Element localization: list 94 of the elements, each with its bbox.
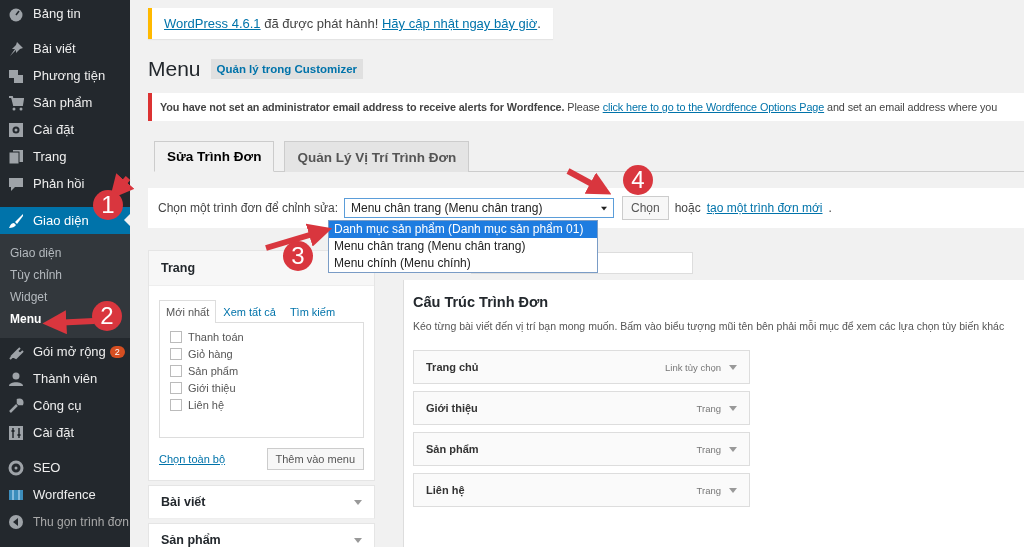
sidebar-item[interactable]: Công cụ — [0, 392, 82, 419]
menu-item-title: Giới thiệu — [426, 402, 478, 414]
wrench-icon — [8, 397, 24, 414]
caret-icon — [729, 487, 737, 493]
menu-item-type: Trang — [696, 484, 721, 496]
caret-icon — [729, 446, 737, 452]
submenu-item[interactable]: Widget — [0, 286, 48, 308]
media-icon — [8, 67, 24, 84]
section-title: Cấu Trúc Trình Đơn — [413, 294, 550, 310]
speech-bubble-icon — [8, 175, 24, 192]
caret-icon — [354, 499, 362, 505]
dropdown-option[interactable]: Menu chân trang (Menu chân trang) — [329, 238, 597, 255]
customizer-button[interactable]: Quản lý trong Customizer — [210, 59, 364, 79]
add-to-menu-button[interactable]: Thêm vào menu — [266, 448, 364, 470]
tab[interactable]: Quản Lý Vị Trí Trình Đơn — [284, 141, 470, 172]
page-title: Menu — [148, 57, 201, 81]
panel-title: Bài viết — [161, 495, 206, 509]
arrow — [42, 310, 95, 335]
sidebar-item[interactable]: Bảng tin — [0, 0, 81, 27]
menu-item-type: Link tùy chọn — [665, 361, 721, 373]
submenu-item[interactable]: Giao diện — [0, 242, 62, 264]
sidebar-item[interactable]: Thành viên — [0, 365, 98, 392]
tab[interactable]: Xem tất cả — [216, 300, 283, 323]
caret-icon — [729, 364, 737, 370]
checkbox-label: Thanh toán — [188, 331, 244, 343]
gear-icon — [8, 459, 24, 476]
panel-title: Trang — [161, 261, 196, 275]
sidebar-item[interactable]: Wordfence — [0, 481, 96, 508]
menu-item-title: Trang chủ — [426, 361, 479, 373]
caret-icon — [601, 205, 607, 211]
period-text: . — [828, 201, 832, 215]
checkbox[interactable] — [170, 399, 182, 411]
cart-icon — [8, 94, 24, 111]
select-button[interactable]: Chọn — [622, 196, 669, 220]
user-icon — [8, 370, 24, 387]
submenu-item[interactable]: Menu — [0, 308, 42, 330]
dropdown-option[interactable]: Danh mục sản phẩm (Danh mục sản phẩm 01) — [329, 221, 597, 238]
checkbox[interactable] — [170, 382, 182, 394]
dropdown-option[interactable]: Menu chính (Menu chính) — [329, 255, 597, 272]
sidebar-item[interactable]: Gói mở rộng 2 — [0, 338, 125, 365]
menu-item-type: Trang — [696, 443, 721, 455]
sidebar-item[interactable]: SEO — [0, 454, 61, 481]
sidebar-item[interactable]: Cài đặt — [0, 116, 75, 143]
tab[interactable]: Mới nhất — [159, 300, 217, 323]
collapse-icon — [8, 513, 24, 530]
checkbox-label: Giới thiệu — [188, 382, 236, 394]
tab[interactable]: Sửa Trình Đơn — [154, 141, 275, 172]
structure-item[interactable]: Trang chủ Link tùy chọn — [413, 350, 750, 384]
collapse-menu-button[interactable]: Thu gọn trình đơn — [0, 508, 129, 535]
caret-icon — [354, 537, 362, 543]
safe-icon — [8, 121, 24, 138]
sidebar-item[interactable]: Sản phẩm — [0, 89, 93, 116]
panel-title: Sản phẩm — [161, 533, 221, 547]
sidebar-item[interactable]: Phản hồi — [0, 170, 85, 197]
update-link[interactable]: Hãy cập nhật ngay bây giờ — [381, 16, 538, 31]
create-menu-link[interactable]: tạo một trình đơn mới — [706, 201, 823, 215]
update-notice: WordPress 4.6.1 đã được phát hành! Hãy cập nhật ngay bây giờ. — [148, 8, 553, 39]
checkbox-label: Sản phẩm — [188, 365, 239, 377]
menu-dropdown[interactable]: Menu chân trang (Menu chân trang) — [344, 198, 614, 218]
pages-icon — [8, 148, 24, 165]
submenu-item[interactable]: Tùy chỉnh — [0, 264, 63, 286]
checkbox-label: Giỏ hàng — [188, 348, 233, 360]
sidebar-item[interactable]: Trang — [0, 143, 67, 170]
menu-item-title: Liên hệ — [426, 484, 465, 496]
or-text: hoặc — [674, 201, 701, 215]
checkbox[interactable] — [170, 331, 182, 343]
sliders-icon — [8, 424, 24, 441]
select-label: Chọn một trình đơn để chỉnh sửa: — [158, 201, 338, 215]
checkbox[interactable] — [170, 348, 182, 360]
collapsed-panel[interactable]: Bài viết — [148, 485, 375, 519]
structure-item[interactable]: Liên hệ Trang — [413, 473, 750, 507]
sidebar-item[interactable]: Giao diện — [0, 207, 89, 234]
sidebar-item[interactable]: Bài viết — [0, 35, 76, 62]
version-link[interactable]: WordPress 4.6.1 — [164, 16, 261, 31]
brush-icon — [8, 212, 24, 229]
count-badge: 2 — [109, 345, 125, 358]
pin-icon — [8, 40, 24, 57]
sidebar-item[interactable]: Phương tiện — [0, 62, 106, 89]
step-number: 4 — [623, 165, 653, 195]
menu-item-type: Trang — [696, 402, 721, 414]
select-all-link[interactable]: Chọn toàn bộ — [159, 453, 226, 465]
description-text: Kéo từng bài viết đến vị trí bạn mong muốn. Bấm vào biểu tượng mũi tên bên phải mỗi mục để xem các lựa chọn tùy biến khác — [413, 320, 1006, 332]
caret-icon — [729, 405, 737, 411]
tab[interactable]: Tìm kiếm — [282, 300, 343, 323]
structure-item[interactable]: Sản phẩm Trang — [413, 432, 750, 466]
structure-item[interactable]: Giới thiệu Trang — [413, 391, 750, 425]
checkbox[interactable] — [170, 365, 182, 377]
options-link[interactable]: click here to go to the Wordfence Options Page — [602, 101, 825, 113]
collapsed-panel[interactable]: Sản phẩm — [148, 523, 375, 547]
arrow — [566, 168, 612, 195]
wordfence-notice: You have not set an administrator email address to receive alerts for Wordfence. Please click here to go to the Wordfence Options Page and set an email address where you — [148, 93, 1024, 121]
menu-item-title: Sản phẩm — [426, 443, 479, 455]
checkbox-label: Liên hệ — [188, 399, 225, 411]
sidebar-item[interactable]: Cài đặt — [0, 419, 75, 446]
